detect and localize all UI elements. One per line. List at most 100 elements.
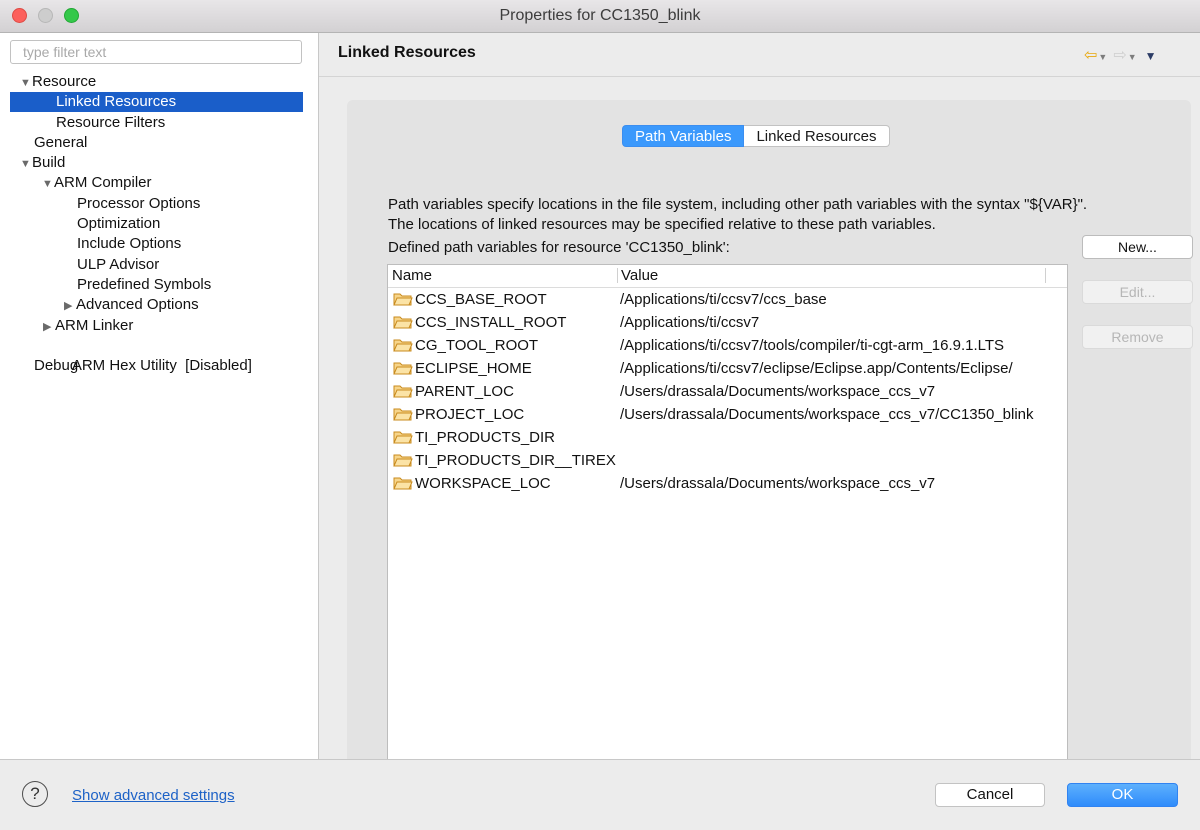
path-variables-table[interactable]: Name Value CCS_BASE_ROOT/Applications/ti…	[387, 264, 1068, 794]
variable-name: CCS_BASE_ROOT	[415, 291, 547, 308]
variable-value: /Applications/ti/ccsv7/ccs_base	[620, 291, 827, 308]
tree-item-resource[interactable]: ▼Resource	[10, 72, 313, 92]
table-row[interactable]: CCS_BASE_ROOT/Applications/ti/ccsv7/ccs_…	[388, 288, 1067, 311]
tree-item-resource-filters[interactable]: Resource Filters	[10, 113, 303, 133]
ok-button[interactable]: OK	[1067, 783, 1178, 807]
tree-item-debug[interactable]: Debug	[10, 356, 303, 376]
folder-icon	[393, 454, 413, 467]
page-navigation: ⇦▼ ⇨▼ ▼	[1084, 45, 1194, 65]
remove-variable-button[interactable]: Remove	[1082, 325, 1193, 349]
tree-item-linked-resources[interactable]: Linked Resources	[10, 92, 303, 112]
folder-icon	[393, 385, 413, 398]
table-row[interactable]: CG_TOOL_ROOT/Applications/ti/ccsv7/tools…	[388, 334, 1067, 357]
description-line-1: Path variables specify locations in the …	[388, 196, 1088, 213]
folder-icon	[393, 339, 413, 352]
variable-name: CG_TOOL_ROOT	[415, 337, 539, 354]
column-header-name[interactable]: Name	[392, 267, 432, 284]
tree-item-optimization[interactable]: Optimization	[10, 214, 303, 234]
folder-icon	[393, 362, 413, 375]
variable-name: PARENT_LOC	[415, 383, 514, 400]
variable-name: WORKSPACE_LOC	[415, 475, 551, 492]
tree-item-label: Linked Resources	[56, 93, 177, 110]
variable-name: PROJECT_LOC	[415, 406, 525, 423]
folder-icon	[393, 408, 413, 421]
expand-arrow-icon[interactable]: ▼	[42, 174, 54, 194]
tree-item-label: Debug	[34, 357, 79, 374]
variable-name: TI_PRODUCTS_DIR	[415, 429, 556, 446]
tree-item-label: Resource Filters	[56, 114, 166, 131]
tree-item-label: Optimization	[77, 215, 161, 232]
variable-name-cell: WORKSPACE_LOC	[393, 472, 551, 495]
variable-value: /Users/drassala/Documents/workspace_ccs_…	[620, 475, 936, 492]
tree-item-label: Advanced Options	[76, 296, 199, 313]
column-header-value[interactable]: Value	[621, 267, 658, 284]
variable-name-cell: CCS_INSTALL_ROOT	[393, 311, 566, 334]
table-row[interactable]: TI_PRODUCTS_DIR__TIREX	[388, 449, 1067, 472]
tree-item-label: Processor Options	[77, 195, 201, 212]
tree-item-arm-compiler[interactable]: ▼ARM Compiler	[10, 173, 335, 193]
back-history-dropdown-icon[interactable]: ▼	[1098, 52, 1107, 62]
tree-item-arm-linker[interactable]: ▶ ARM Linker	[10, 316, 303, 336]
folder-icon	[393, 316, 413, 329]
view-menu-icon[interactable]: ▼	[1145, 49, 1157, 63]
variable-name: CCS_INSTALL_ROOT	[415, 314, 567, 331]
show-advanced-settings-link[interactable]: Show advanced settings	[72, 787, 235, 804]
column-divider[interactable]	[1045, 268, 1046, 283]
tree-item-label: Include Options	[77, 235, 182, 252]
tree-item-label: General	[34, 134, 88, 151]
variable-value: /Applications/ti/ccsv7	[620, 314, 760, 331]
folder-icon	[393, 293, 413, 306]
tree-item-processor-options[interactable]: Processor Options	[10, 194, 303, 214]
expand-arrow-icon[interactable]: ▼	[20, 73, 32, 93]
tree-item-include-options[interactable]: Include Options	[10, 234, 303, 254]
variable-name-cell: TI_PRODUCTS_DIR__TIREX	[393, 449, 616, 472]
variable-name-cell: PARENT_LOC	[393, 380, 514, 403]
variable-name: TI_PRODUCTS_DIR__TIREX	[415, 452, 616, 469]
table-row[interactable]: TI_PRODUCTS_DIR	[388, 426, 1067, 449]
tree-item-arm-hex-utility[interactable]: ARM Hex Utility [Disabled]	[10, 336, 303, 374]
variable-name-cell: TI_PRODUCTS_DIR	[393, 426, 555, 449]
expand-arrow-icon[interactable]: ▶	[64, 296, 76, 316]
filter-input[interactable]	[10, 40, 302, 64]
tab-bar: Path Variables Linked Resources	[622, 125, 890, 147]
expand-arrow-icon[interactable]: ▼	[20, 154, 32, 174]
variable-value: /Applications/ti/ccsv7/eclipse/Eclipse.a…	[620, 360, 1013, 377]
tree-item-advanced-options[interactable]: ▶ Advanced Options	[10, 295, 303, 315]
forward-arrow-icon[interactable]: ⇨	[1113, 47, 1126, 64]
variable-value: /Applications/ti/ccsv7/tools/compiler/ti…	[620, 337, 1005, 354]
folder-icon	[393, 431, 413, 444]
table-header: Name Value	[388, 265, 1067, 288]
sidebar: ▼Resource Linked Resources Resource Filt…	[0, 33, 319, 759]
folder-icon	[393, 477, 413, 490]
tree-item-predefined-symbols[interactable]: Predefined Symbols	[10, 275, 303, 295]
table-row[interactable]: CCS_INSTALL_ROOT/Applications/ti/ccsv7	[388, 311, 1067, 334]
tree-item-label: Build	[32, 154, 66, 171]
expand-arrow-icon[interactable]: ▶	[43, 317, 55, 337]
tab-linked-resources[interactable]: Linked Resources	[744, 125, 890, 147]
variable-value: /Users/drassala/Documents/workspace_ccs_…	[620, 383, 936, 400]
table-row[interactable]: PROJECT_LOC/Users/drassala/Documents/wor…	[388, 403, 1067, 426]
header-divider	[319, 76, 1200, 77]
table-row[interactable]: PARENT_LOC/Users/drassala/Documents/work…	[388, 380, 1067, 403]
variable-name-cell: CCS_BASE_ROOT	[393, 288, 547, 311]
forward-history-dropdown-icon[interactable]: ▼	[1128, 52, 1137, 62]
tree-item-general[interactable]: General	[10, 133, 303, 153]
table-row[interactable]: WORKSPACE_LOC/Users/drassala/Documents/w…	[388, 472, 1067, 495]
column-divider[interactable]	[617, 268, 618, 283]
tree-item-label: Resource	[32, 73, 97, 90]
tree-item-build[interactable]: ▼Build	[10, 153, 313, 173]
tree-item-ulp-advisor[interactable]: ULP Advisor	[10, 255, 303, 275]
table-row[interactable]: ECLIPSE_HOME/Applications/ti/ccsv7/eclip…	[388, 357, 1067, 380]
new-variable-button[interactable]: New...	[1082, 235, 1193, 259]
window-title: Properties for CC1350_blink	[499, 7, 701, 24]
variable-name-cell: ECLIPSE_HOME	[393, 357, 532, 380]
back-arrow-icon[interactable]: ⇦	[1084, 47, 1097, 64]
variable-name-cell: CG_TOOL_ROOT	[393, 334, 538, 357]
help-icon[interactable]: ?	[22, 781, 48, 807]
edit-variable-button[interactable]: Edit...	[1082, 280, 1193, 304]
tree-item-label: Predefined Symbols	[77, 276, 212, 293]
cancel-button[interactable]: Cancel	[935, 783, 1045, 807]
tab-path-variables[interactable]: Path Variables	[622, 125, 745, 147]
defined-variables-label: Defined path variables for resource 'CC1…	[388, 239, 730, 256]
dialog-footer: ? Show advanced settings Cancel OK	[0, 759, 1200, 830]
